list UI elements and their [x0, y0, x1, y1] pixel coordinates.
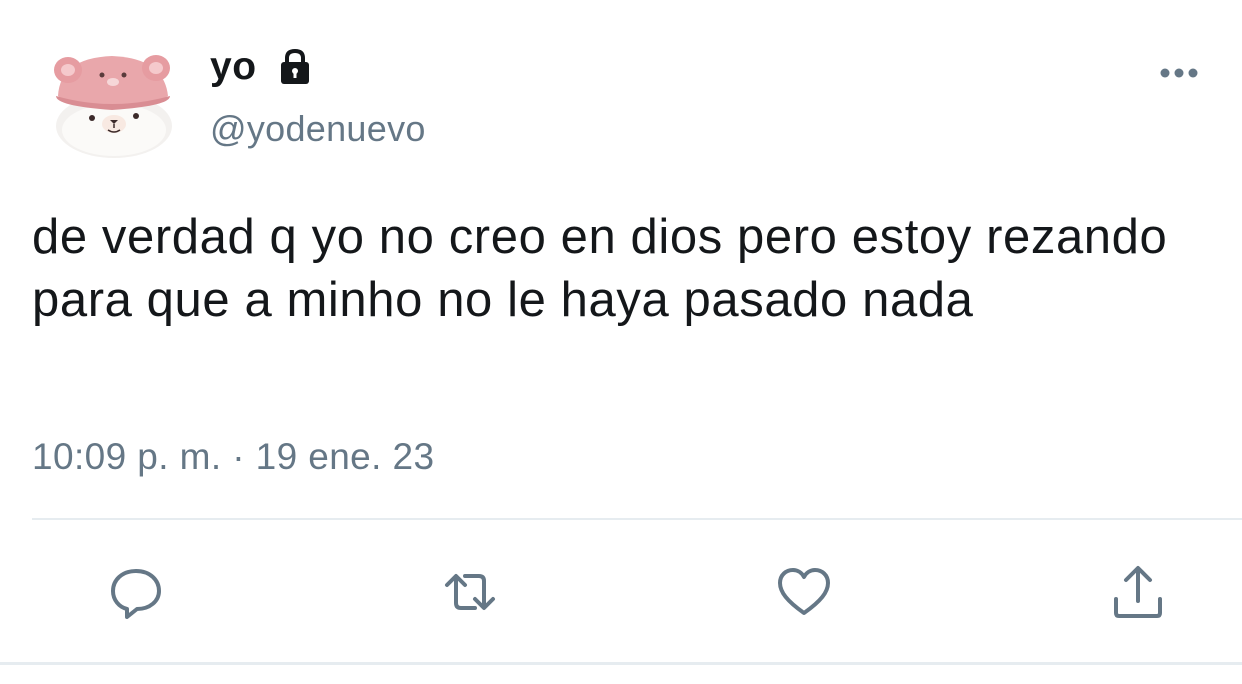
display-name[interactable]: yo — [210, 45, 257, 89]
heart-icon — [778, 568, 830, 615]
bottom-divider — [0, 662, 1242, 665]
display-name-row: yo — [210, 40, 315, 94]
tweet-card: yo @yodenuevo de verdad q yo no creo en … — [0, 0, 1242, 684]
like-button[interactable] — [772, 560, 836, 624]
tweet-text: de verdad q yo no creo en dios pero esto… — [32, 210, 1168, 327]
retweet-button[interactable] — [438, 560, 502, 624]
tweet-timestamp[interactable]: 10:09 p. m. · 19 ene. 23 — [32, 436, 434, 478]
user-handle[interactable]: @yodenuevo — [210, 108, 426, 150]
share-button[interactable] — [1106, 560, 1170, 624]
more-options-icon[interactable] — [1158, 58, 1200, 88]
reply-icon — [111, 569, 161, 619]
retweet-icon — [445, 574, 495, 610]
share-icon — [1114, 566, 1162, 618]
reply-button[interactable] — [104, 560, 168, 624]
avatar[interactable] — [48, 50, 176, 160]
divider — [32, 518, 1242, 520]
lock-icon — [275, 47, 315, 87]
